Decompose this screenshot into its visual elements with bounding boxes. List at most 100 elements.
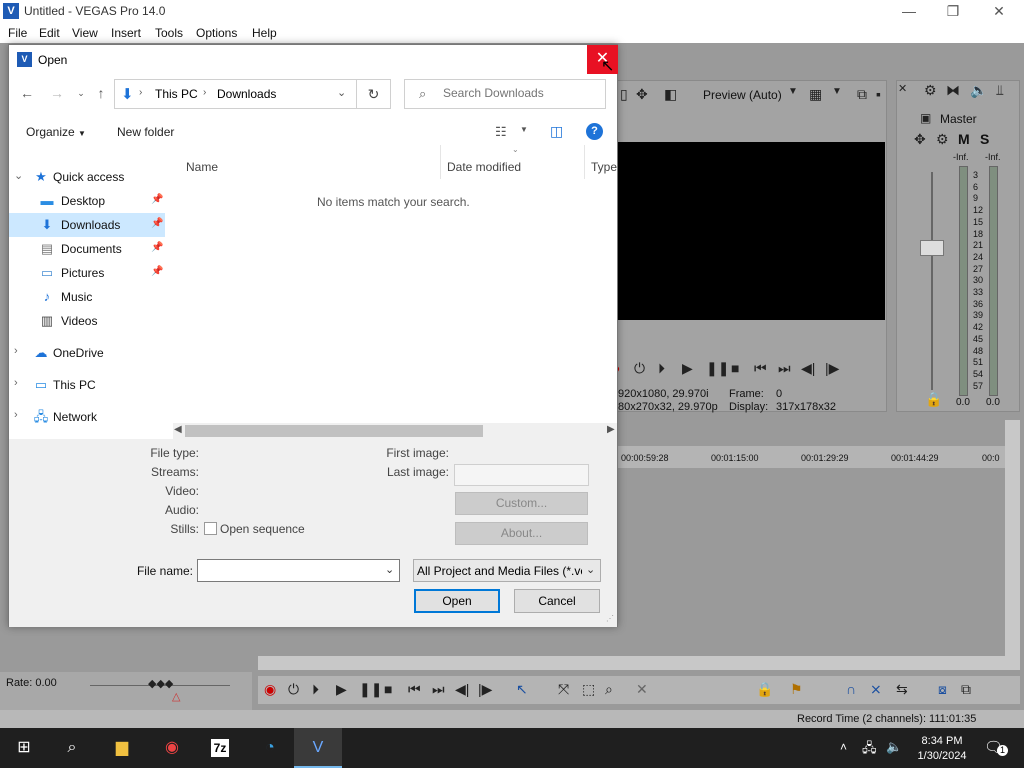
chevron-right-icon[interactable]: ›: [14, 377, 18, 389]
chrome-taskbar-button[interactable]: ◉: [148, 728, 196, 768]
resize-grip-icon[interactable]: ⋰: [606, 614, 614, 623]
lock-envelopes-icon[interactable]: ⧇: [938, 681, 947, 698]
search-taskbar-button[interactable]: ⌕: [48, 728, 96, 768]
rate-slider-handle-icon[interactable]: ◆◆◆: [148, 677, 173, 690]
column-separator[interactable]: [584, 145, 585, 179]
about-button[interactable]: About...: [455, 522, 588, 545]
loop-icon[interactable]: ⏻: [634, 360, 645, 377]
normal-edit-tool-icon[interactable]: ↖: [516, 681, 528, 698]
ripple-icon[interactable]: ⇆: [896, 681, 908, 698]
nav-onedrive[interactable]: › ☁ OneDrive: [9, 341, 165, 365]
lock-icon[interactable]: 🔒: [756, 681, 773, 698]
edge-taskbar-button[interactable]: ◔: [246, 728, 294, 768]
loop-icon[interactable]: ⏻: [288, 681, 299, 698]
vegas-taskbar-button[interactable]: V: [294, 728, 342, 768]
pause-icon[interactable]: ❚❚: [706, 360, 729, 377]
pause-icon[interactable]: ❚❚: [359, 681, 382, 698]
column-header-name[interactable]: Name: [186, 160, 218, 174]
play-icon[interactable]: ▶: [336, 681, 347, 698]
file-name-combo[interactable]: ⌄: [197, 559, 400, 582]
nav-videos[interactable]: ▥ Videos: [9, 309, 165, 333]
file-name-input[interactable]: [201, 564, 376, 578]
breadcrumb-downloads[interactable]: Downloads: [217, 87, 276, 101]
nav-network[interactable]: › 🖧 Network: [9, 405, 165, 429]
forward-arrow-icon[interactable]: →: [47, 83, 67, 103]
breadcrumb-this-pc[interactable]: This PC: [155, 87, 198, 101]
downmix-icon[interactable]: ⧓: [946, 82, 960, 99]
solo-button[interactable]: S: [980, 131, 989, 147]
hscroll-thumb[interactable]: [185, 425, 483, 437]
file-explorer-taskbar-button[interactable]: ▆: [98, 728, 146, 768]
file-list-hscroll[interactable]: ◀ ▶: [173, 423, 617, 439]
clock-time[interactable]: 8:34 PM: [917, 735, 967, 747]
show-hidden-icons-chevron-icon[interactable]: ˄: [840, 740, 847, 754]
copy-snapshot-icon[interactable]: ⧉: [857, 86, 867, 103]
menu-edit[interactable]: Edit: [39, 26, 60, 40]
go-to-end-icon[interactable]: ⏭: [432, 681, 445, 698]
go-to-start-icon[interactable]: ⏮: [408, 681, 421, 698]
preview-pane-icon[interactable]: ◫: [550, 123, 563, 140]
address-bar[interactable]: ⬇ › This PC › Downloads ⌄: [114, 79, 357, 109]
close-app-button[interactable]: ✕: [976, 0, 1022, 23]
gear-icon[interactable]: ⚙: [924, 82, 937, 99]
snapping-icon[interactable]: ∩: [846, 681, 856, 697]
chevron-right-icon[interactable]: ›: [14, 345, 18, 357]
menu-options[interactable]: Options: [196, 26, 237, 40]
menu-help[interactable]: Help: [252, 26, 277, 40]
go-to-end-icon[interactable]: ⏭: [778, 360, 791, 377]
nav-quick-access[interactable]: ⌄ ★ Quick access: [9, 165, 165, 189]
mixer-icon[interactable]: ⫫: [996, 82, 1004, 99]
nav-this-pc[interactable]: › ▭ This PC: [9, 373, 165, 397]
next-frame-icon[interactable]: |▶: [825, 360, 839, 377]
view-options-icon[interactable]: ☷: [495, 124, 507, 140]
master-fader-handle[interactable]: [920, 240, 944, 256]
menu-view[interactable]: View: [72, 26, 98, 40]
menu-tools[interactable]: Tools: [155, 26, 183, 40]
open-sequence-checkbox[interactable]: [204, 522, 217, 535]
nav-documents[interactable]: ▤ Documents 📌: [9, 237, 165, 261]
fx-gear-icon[interactable]: ⚙: [936, 131, 949, 148]
overlay-icon[interactable]: ✥: [636, 86, 648, 103]
ignore-grouping-icon[interactable]: ⧉: [961, 681, 971, 698]
save-snapshot-icon[interactable]: ▪: [876, 86, 881, 102]
chevron-down-icon[interactable]: ▼: [832, 86, 842, 97]
split-screen-icon[interactable]: ▯: [620, 86, 628, 103]
chevron-down-icon[interactable]: ▼: [788, 86, 798, 97]
pin-icon[interactable]: 📌: [151, 218, 163, 229]
timeline-hscroll[interactable]: [258, 656, 1020, 670]
play-from-start-icon[interactable]: ⏵: [658, 360, 665, 377]
chevron-down-icon[interactable]: ▼: [520, 125, 528, 134]
stop-icon[interactable]: ■: [384, 681, 392, 697]
pin-icon[interactable]: 📌: [151, 266, 163, 277]
grid-icon[interactable]: ▦: [809, 86, 822, 103]
minimize-button[interactable]: —: [886, 0, 932, 23]
column-separator[interactable]: [440, 145, 441, 179]
menu-file[interactable]: File: [8, 26, 27, 40]
up-arrow-icon[interactable]: ↑: [91, 83, 111, 103]
chevron-down-icon[interactable]: ⌄: [14, 169, 23, 182]
nav-pictures[interactable]: ▭ Pictures 📌: [9, 261, 165, 285]
selection-tool-icon[interactable]: ⬚: [582, 681, 595, 698]
new-folder-button[interactable]: New folder: [117, 125, 174, 139]
nav-music[interactable]: ♪ Music: [9, 285, 165, 309]
menu-insert[interactable]: Insert: [111, 26, 141, 40]
close-panel-icon[interactable]: ✕: [898, 82, 907, 95]
volume-muted-icon[interactable]: 🔈: [886, 739, 902, 755]
breadcrumb-chevron-icon[interactable]: ›: [203, 87, 206, 98]
play-icon[interactable]: ▶: [682, 360, 693, 377]
go-to-start-icon[interactable]: ⏮: [754, 360, 767, 377]
search-input[interactable]: [443, 86, 598, 100]
organize-button[interactable]: Organize ▼: [26, 125, 86, 139]
play-from-start-icon[interactable]: ⏵: [312, 681, 319, 698]
envelope-tool-icon[interactable]: ⤧: [558, 681, 569, 698]
external-monitor-icon[interactable]: ◧: [664, 86, 677, 103]
auto-crossfade-icon[interactable]: ⨯: [870, 681, 882, 698]
7zip-taskbar-button[interactable]: 7z: [196, 728, 244, 768]
address-history-chevron-icon[interactable]: ⌄: [337, 86, 346, 99]
custom-button[interactable]: Custom...: [455, 492, 588, 515]
timeline-vscroll[interactable]: [1005, 420, 1020, 660]
nav-downloads[interactable]: ⬇ Downloads 📌: [9, 213, 165, 237]
cancel-button[interactable]: Cancel: [514, 589, 600, 613]
chevron-down-icon[interactable]: ⌄: [385, 563, 394, 576]
file-list[interactable]: Name ⌄ Date modified Type No items match…: [173, 145, 617, 423]
